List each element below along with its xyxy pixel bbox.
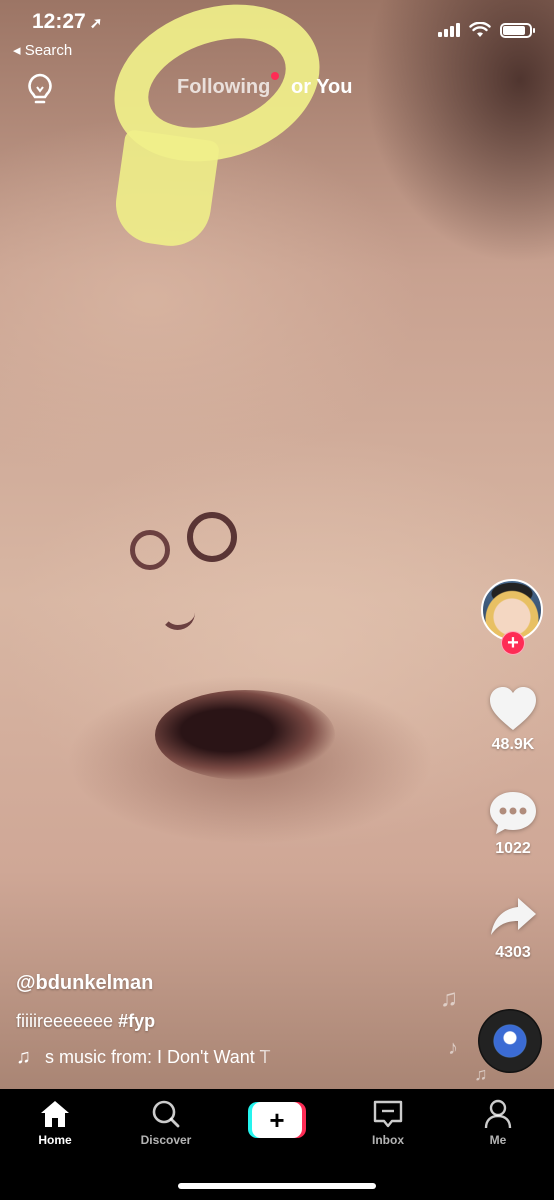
wifi-icon	[469, 22, 491, 37]
inbox-icon	[373, 1100, 403, 1128]
back-to-search-link[interactable]: ◂ Search	[13, 41, 72, 59]
heart-icon	[490, 687, 536, 730]
tab-discover-label: Discover	[140, 1133, 192, 1147]
video-mark-right	[187, 512, 237, 562]
video-mark-curve	[160, 595, 195, 630]
share-count: 4303	[495, 944, 531, 961]
lightbulb-icon[interactable]	[25, 72, 55, 106]
caption-text: fiiiireeeeeee	[16, 1011, 114, 1031]
tab-home[interactable]: Home	[15, 1099, 95, 1147]
tab-me-label: Me	[489, 1133, 507, 1147]
home-indicator[interactable]	[178, 1183, 376, 1189]
share-button[interactable]: 4303	[483, 894, 543, 962]
create-video-button[interactable]: +	[248, 1102, 306, 1138]
music-note-icon: ♪	[448, 1037, 458, 1059]
creator-avatar-container[interactable]: +	[481, 579, 545, 655]
comment-icon	[490, 792, 536, 834]
tab-following[interactable]: Following	[177, 76, 270, 99]
video-mark-left	[130, 530, 170, 570]
music-info[interactable]: ♫ s music from: I Don't Want T	[16, 1046, 290, 1069]
tab-home-label: Home	[38, 1133, 72, 1147]
video-mouth	[155, 690, 335, 780]
like-count: 48.9K	[491, 736, 535, 753]
home-icon	[41, 1101, 69, 1127]
battery-icon	[500, 22, 535, 38]
new-content-dot	[271, 72, 279, 80]
creator-username[interactable]: @bdunkelman	[16, 972, 153, 995]
comment-button[interactable]: 1022	[483, 790, 543, 858]
share-icon	[491, 898, 536, 935]
status-time: 12:27 ➚	[32, 10, 103, 33]
profile-icon	[484, 1099, 512, 1129]
tab-me[interactable]: Me	[458, 1099, 538, 1147]
like-button[interactable]: 48.9K	[483, 686, 543, 754]
music-note-icon: ♫	[440, 985, 458, 1012]
hashtag-link[interactable]: #fyp	[118, 1011, 155, 1031]
sound-disc-button[interactable]	[478, 1009, 542, 1073]
signal-icon	[438, 23, 460, 37]
location-arrow-icon: ➚	[89, 15, 103, 32]
plus-icon: +	[252, 1102, 302, 1138]
status-icons	[438, 22, 535, 38]
video-caption: fiiiireeeeeee #fyp	[16, 1011, 155, 1032]
tab-inbox-label: Inbox	[372, 1133, 404, 1147]
follow-plus-button[interactable]: +	[501, 631, 525, 655]
video-frame[interactable]	[0, 0, 554, 1089]
tab-inbox[interactable]: Inbox	[348, 1099, 428, 1147]
tab-discover[interactable]: Discover	[126, 1099, 206, 1147]
search-icon	[152, 1100, 180, 1128]
music-title: s music from: I Don't Want T	[45, 1047, 271, 1067]
tab-for-you[interactable]: or You	[291, 76, 352, 99]
comment-count: 1022	[495, 840, 531, 857]
music-note-icon: ♫	[474, 1064, 488, 1084]
music-note-icon: ♫	[16, 1046, 31, 1068]
